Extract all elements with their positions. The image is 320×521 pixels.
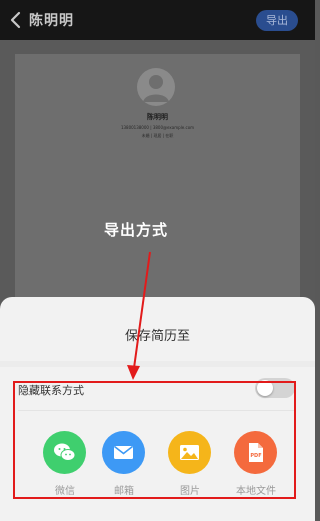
page-title: 陈明明 [29,13,74,29]
person-icon [143,75,169,102]
resume-info: 未婚 | 现居 | 在职 [141,133,174,138]
top-bar: 陈明明 导出 [0,0,315,40]
resume-name: 陈明明 [147,113,168,121]
export-button[interactable]: 导出 [256,10,298,31]
annotation-label: 导出方式 [104,221,169,239]
back-arrow-icon[interactable] [9,11,23,29]
sheet-title: 保存简历至 [124,329,190,344]
resume-contact: 13800138000 | 3800@example.com [120,125,195,130]
avatar [137,68,175,106]
highlight-box [13,381,296,499]
divider [0,361,315,367]
resume-preview-area: 陈明明 13800138000 | 3800@example.com 未婚 | … [0,40,315,354]
